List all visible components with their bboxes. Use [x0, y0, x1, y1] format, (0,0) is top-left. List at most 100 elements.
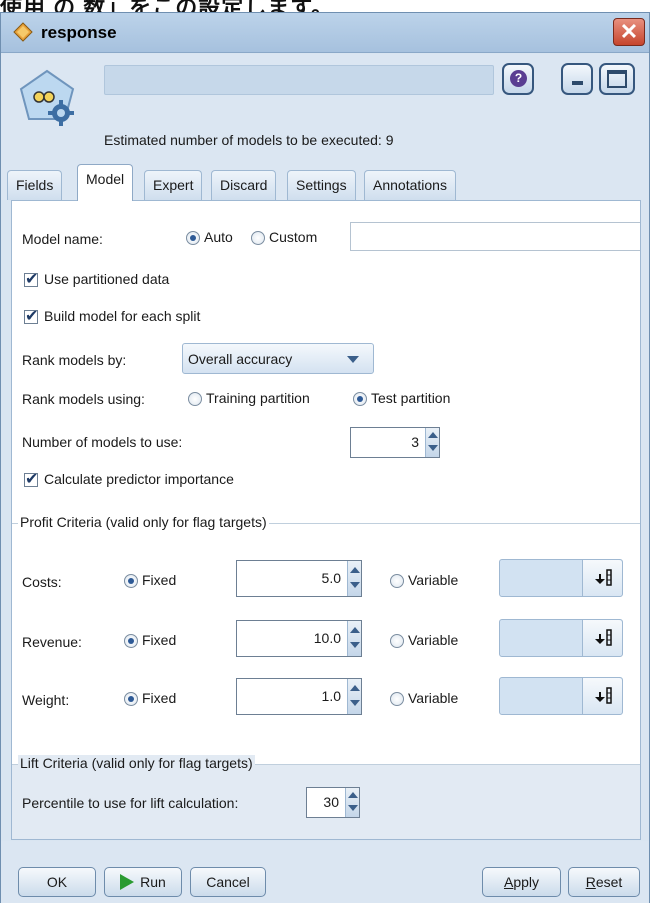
revenue-fixed-radio[interactable]: [124, 634, 138, 649]
field-picker-icon: [595, 569, 612, 586]
training-partition-option[interactable]: Training partition: [188, 390, 310, 407]
estimated-models-text: Estimated number of models to be execute…: [104, 132, 394, 148]
arrow-up-icon[interactable]: [350, 567, 360, 573]
auto-classifier-node-icon: [19, 69, 75, 126]
profit-criteria-label: Profit Criteria (valid only for flag tar…: [18, 514, 269, 530]
lift-criteria-label: Lift Criteria (valid only for flag targe…: [18, 755, 255, 771]
ok-button[interactable]: OK: [18, 867, 96, 897]
test-partition-radio[interactable]: [353, 392, 367, 407]
arrow-up-icon[interactable]: [350, 627, 360, 633]
weight-variable-option[interactable]: Variable: [390, 690, 458, 707]
field-picker-button[interactable]: [582, 560, 622, 596]
node-name-field[interactable]: [104, 65, 494, 95]
lift-criteria-group: Lift Criteria (valid only for flag targe…: [12, 755, 640, 839]
dialog-footer: OK Run Cancel Apply Reset: [1, 841, 649, 903]
costs-fixed-radio[interactable]: [124, 574, 138, 589]
calculate-predictor-importance-checkbox[interactable]: Calculate predictor importance: [24, 469, 234, 488]
minimize-icon: [572, 81, 583, 85]
spinner-arrows[interactable]: [347, 621, 361, 656]
reset-button[interactable]: Reset: [568, 867, 640, 897]
profit-criteria-group: Profit Criteria (valid only for flag tar…: [12, 514, 640, 723]
training-partition-radio[interactable]: [188, 392, 202, 407]
percentile-label: Percentile to use for lift calculation:: [22, 795, 239, 811]
tab-fields[interactable]: Fields: [7, 170, 63, 200]
rank-models-by-dropdown[interactable]: Overall accuracy: [182, 343, 374, 374]
custom-radio[interactable]: [251, 231, 265, 246]
costs-label: Costs:: [22, 574, 62, 590]
costs-value-spinner[interactable]: 5.0: [236, 560, 362, 597]
model-name-custom-option[interactable]: Custom: [251, 229, 317, 246]
minimize-panel-button[interactable]: [561, 63, 593, 95]
diamond-node-icon: [13, 22, 33, 42]
field-picker-button[interactable]: [582, 620, 622, 656]
field-picker-icon: [595, 687, 612, 704]
spinner-arrows[interactable]: [347, 561, 361, 596]
spinner-arrows[interactable]: [347, 679, 361, 714]
chevron-down-icon: [347, 356, 359, 363]
test-partition-option[interactable]: Test partition: [353, 390, 450, 407]
build-model-each-split-checkbox[interactable]: Build model for each split: [24, 306, 200, 325]
spinner-arrows[interactable]: [425, 428, 439, 457]
checkbox[interactable]: [24, 269, 38, 288]
close-button[interactable]: ✕: [613, 18, 645, 46]
weight-fixed-option[interactable]: Fixed: [124, 690, 176, 707]
arrow-up-icon[interactable]: [350, 685, 360, 691]
title-bar[interactable]: response ✕: [1, 13, 649, 53]
tab-expert[interactable]: Expert: [144, 170, 203, 200]
tab-bar: Fields Model Expert Discard Settings Ann…: [1, 160, 649, 201]
tab-settings[interactable]: Settings: [287, 170, 356, 200]
revenue-variable-field[interactable]: [499, 619, 623, 657]
run-icon: [120, 874, 135, 891]
revenue-label: Revenue:: [22, 634, 82, 650]
use-partitioned-data-checkbox[interactable]: Use partitioned data: [24, 269, 169, 288]
tab-model[interactable]: Model: [77, 164, 134, 201]
arrow-down-icon[interactable]: [348, 805, 358, 811]
arrow-down-icon[interactable]: [350, 582, 360, 588]
weight-variable-radio[interactable]: [390, 692, 404, 707]
field-picker-icon: [595, 629, 612, 646]
costs-variable-field[interactable]: [499, 559, 623, 597]
apply-button[interactable]: Apply: [482, 867, 561, 897]
run-button[interactable]: Run: [104, 867, 182, 897]
arrow-down-icon[interactable]: [428, 445, 438, 451]
revenue-value-spinner[interactable]: 10.0: [236, 620, 362, 657]
spinner-arrows[interactable]: [345, 788, 359, 817]
costs-variable-option[interactable]: Variable: [390, 572, 458, 589]
dialog-window: response ✕ ? Estimated number of models …: [0, 12, 650, 903]
arrow-down-icon[interactable]: [350, 700, 360, 706]
model-name-auto-option[interactable]: Auto: [186, 229, 233, 246]
help-button[interactable]: ?: [502, 63, 534, 95]
tab-discard[interactable]: Discard: [211, 170, 277, 200]
number-of-models-spinner[interactable]: 3: [350, 427, 440, 458]
costs-variable-radio[interactable]: [390, 574, 404, 589]
costs-fixed-option[interactable]: Fixed: [124, 572, 176, 589]
rank-models-using-label: Rank models using:: [22, 391, 145, 407]
weight-fixed-radio[interactable]: [124, 692, 138, 707]
rank-models-by-label: Rank models by:: [22, 352, 127, 368]
revenue-fixed-option[interactable]: Fixed: [124, 632, 176, 649]
model-tab-panel: Model name: Auto Custom Use partitioned …: [11, 200, 641, 840]
field-picker-button[interactable]: [582, 678, 622, 714]
window-title: response: [41, 23, 117, 42]
model-name-label: Model name:: [22, 231, 103, 247]
maximize-panel-button[interactable]: [599, 63, 635, 95]
arrow-up-icon[interactable]: [348, 792, 358, 798]
question-icon: ?: [510, 70, 527, 87]
checkbox[interactable]: [24, 306, 38, 325]
revenue-variable-radio[interactable]: [390, 634, 404, 649]
arrow-down-icon[interactable]: [350, 642, 360, 648]
tab-annotations[interactable]: Annotations: [364, 170, 456, 200]
arrow-up-icon[interactable]: [428, 432, 438, 438]
node-header: ? Estimated number of models to be execu…: [1, 54, 649, 160]
close-icon: ✕: [619, 19, 639, 44]
number-of-models-label: Number of models to use:: [22, 434, 183, 450]
checkbox[interactable]: [24, 469, 38, 488]
weight-label: Weight:: [22, 692, 70, 708]
weight-variable-field[interactable]: [499, 677, 623, 715]
cancel-button[interactable]: Cancel: [190, 867, 266, 897]
revenue-variable-option[interactable]: Variable: [390, 632, 458, 649]
auto-radio[interactable]: [186, 231, 200, 246]
custom-model-name-input[interactable]: [350, 222, 640, 251]
weight-value-spinner[interactable]: 1.0: [236, 678, 362, 715]
percentile-spinner[interactable]: 30: [306, 787, 360, 818]
